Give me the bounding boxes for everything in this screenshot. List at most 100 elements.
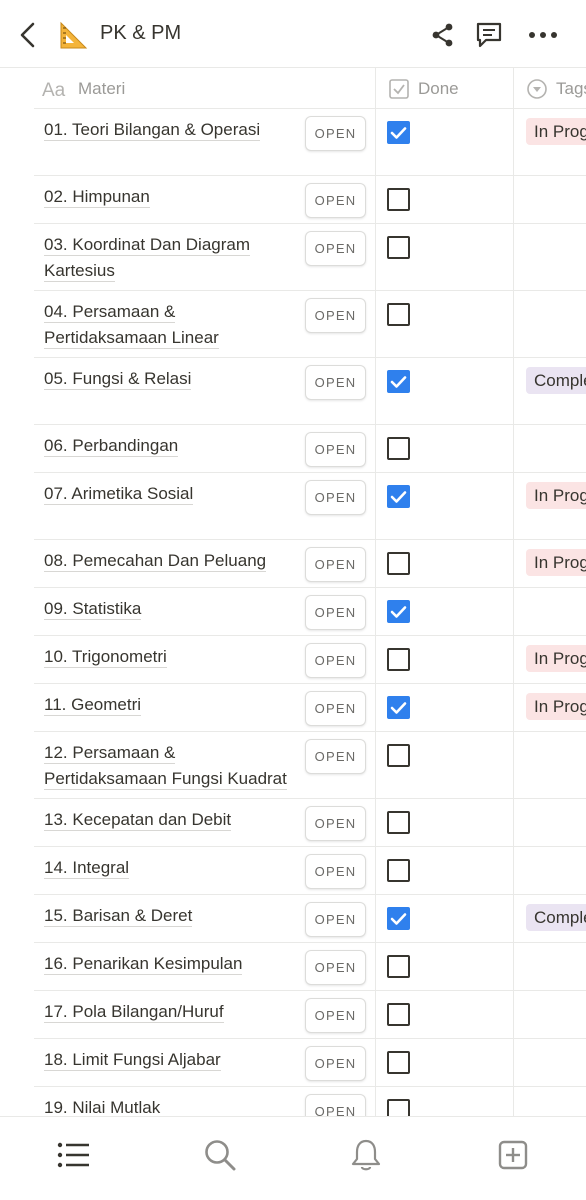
open-button[interactable]: OPEN bbox=[305, 547, 366, 582]
done-checkbox-checked[interactable] bbox=[387, 907, 410, 930]
done-checkbox-checked[interactable] bbox=[387, 121, 410, 144]
row-title[interactable]: 04. Persamaan & Pertidaksamaan Linear bbox=[44, 299, 296, 351]
table-row[interactable]: 12. Persamaan & Pertidaksamaan Fungsi Ku… bbox=[34, 732, 586, 799]
done-checkbox[interactable] bbox=[387, 859, 410, 882]
open-button[interactable]: OPEN bbox=[305, 183, 366, 218]
row-title[interactable]: 03. Koordinat Dan Diagram Kartesius bbox=[44, 232, 296, 284]
open-button[interactable]: OPEN bbox=[305, 365, 366, 400]
tag-badge[interactable]: In Progress bbox=[526, 118, 586, 145]
table-row[interactable]: 08. Pemecahan Dan Peluang OPEN In Progress bbox=[34, 540, 586, 588]
nav-search-button[interactable] bbox=[200, 1135, 240, 1175]
table-row[interactable]: 11. Geometri OPEN In Progress bbox=[34, 684, 586, 732]
open-button[interactable]: OPEN bbox=[305, 116, 366, 151]
table-row[interactable]: 16. Penarikan Kesimpulan OPEN bbox=[34, 943, 586, 991]
column-header-label: Done bbox=[418, 78, 459, 98]
open-button[interactable]: OPEN bbox=[305, 1046, 366, 1081]
row-title-text: 17. Pola Bilangan/Huruf bbox=[44, 1002, 224, 1023]
row-title[interactable]: 16. Penarikan Kesimpulan bbox=[44, 951, 296, 977]
table-row[interactable]: 17. Pola Bilangan/Huruf OPEN bbox=[34, 991, 586, 1039]
table-row[interactable]: 15. Barisan & Deret OPEN Completed bbox=[34, 895, 586, 943]
table-row[interactable]: 19. Nilai Mutlak OPEN bbox=[34, 1087, 586, 1116]
done-checkbox[interactable] bbox=[387, 303, 410, 326]
share-icon bbox=[432, 23, 453, 47]
table-row[interactable]: 07. Arimetika Sosial OPEN In Progress bbox=[34, 473, 586, 540]
open-button[interactable]: OPEN bbox=[305, 854, 366, 889]
done-checkbox[interactable] bbox=[387, 1003, 410, 1026]
tag-badge[interactable]: In Progress bbox=[526, 549, 586, 576]
open-button[interactable]: OPEN bbox=[305, 1094, 366, 1116]
comments-button[interactable] bbox=[472, 18, 506, 52]
table-row[interactable]: 06. Perbandingan OPEN bbox=[34, 425, 586, 473]
open-button[interactable]: OPEN bbox=[305, 739, 366, 774]
table-row[interactable]: 03. Koordinat Dan Diagram Kartesius OPEN bbox=[34, 224, 586, 291]
row-title[interactable]: 06. Perbandingan bbox=[44, 433, 296, 459]
table-row[interactable]: 01. Teori Bilangan & Operasi OPEN In Progr… bbox=[34, 109, 586, 176]
table-row[interactable]: 10. Trigonometri OPEN In Progress bbox=[34, 636, 586, 684]
tag-badge[interactable]: In Progress bbox=[526, 482, 586, 509]
tag-badge[interactable]: Completed bbox=[526, 904, 586, 931]
open-button[interactable]: OPEN bbox=[305, 643, 366, 678]
open-button[interactable]: OPEN bbox=[305, 231, 366, 266]
triangular-ruler-icon[interactable] bbox=[58, 19, 90, 51]
nav-sidebar-button[interactable] bbox=[54, 1135, 94, 1175]
table-row[interactable]: 14. Integral OPEN bbox=[34, 847, 586, 895]
table-row[interactable]: 04. Persamaan & Pertidaksamaan Linear OPE… bbox=[34, 291, 586, 358]
row-title[interactable]: 18. Limit Fungsi Aljabar bbox=[44, 1047, 296, 1073]
row-title[interactable]: 11. Geometri bbox=[44, 692, 296, 718]
row-title[interactable]: 17. Pola Bilangan/Huruf bbox=[44, 999, 296, 1025]
done-checkbox-checked[interactable] bbox=[387, 485, 410, 508]
row-title[interactable]: 14. Integral bbox=[44, 855, 296, 881]
row-title[interactable]: 05. Fungsi & Relasi bbox=[44, 366, 296, 392]
done-checkbox-checked[interactable] bbox=[387, 600, 410, 623]
done-checkbox[interactable] bbox=[387, 1051, 410, 1074]
table-row[interactable]: 18. Limit Fungsi Aljabar OPEN bbox=[34, 1039, 586, 1087]
table-row[interactable]: 05. Fungsi & Relasi OPEN Completed bbox=[34, 358, 586, 425]
tag-badge[interactable]: In Progress bbox=[526, 693, 586, 720]
column-header-materi[interactable]: Aa Materi bbox=[42, 68, 125, 109]
open-button[interactable]: OPEN bbox=[305, 595, 366, 630]
row-title-text: 15. Barisan & Deret bbox=[44, 906, 193, 927]
share-button[interactable] bbox=[426, 18, 460, 52]
row-title[interactable]: 02. Himpunan bbox=[44, 184, 296, 210]
done-checkbox[interactable] bbox=[387, 552, 410, 575]
row-title[interactable]: 10. Trigonometri bbox=[44, 644, 296, 670]
tag-badge[interactable]: In Progress bbox=[526, 645, 586, 672]
row-title[interactable]: 07. Arimetika Sosial bbox=[44, 481, 296, 507]
done-checkbox[interactable] bbox=[387, 648, 410, 671]
done-checkbox-checked[interactable] bbox=[387, 370, 410, 393]
open-button[interactable]: OPEN bbox=[305, 298, 366, 333]
done-checkbox[interactable] bbox=[387, 744, 410, 767]
open-button[interactable]: OPEN bbox=[305, 950, 366, 985]
tag-badge[interactable]: Completed bbox=[526, 367, 586, 394]
nav-new-page-button[interactable] bbox=[493, 1135, 533, 1175]
column-header-tags[interactable]: Tags bbox=[526, 68, 586, 109]
done-checkbox-checked[interactable] bbox=[387, 696, 410, 719]
row-title[interactable]: 15. Barisan & Deret bbox=[44, 903, 296, 929]
column-header-done[interactable]: Done bbox=[388, 68, 459, 109]
open-button[interactable]: OPEN bbox=[305, 480, 366, 515]
open-button[interactable]: OPEN bbox=[305, 432, 366, 467]
open-button[interactable]: OPEN bbox=[305, 691, 366, 726]
done-checkbox[interactable] bbox=[387, 955, 410, 978]
row-title[interactable]: 12. Persamaan & Pertidaksamaan Fungsi Ku… bbox=[44, 740, 296, 792]
row-title[interactable]: 08. Pemecahan Dan Peluang bbox=[44, 548, 296, 574]
table-row[interactable]: 02. Himpunan OPEN bbox=[34, 176, 586, 224]
open-button[interactable]: OPEN bbox=[305, 806, 366, 841]
row-title[interactable]: 19. Nilai Mutlak bbox=[44, 1095, 296, 1116]
row-title[interactable]: 13. Kecepatan dan Debit bbox=[44, 807, 296, 833]
row-title[interactable]: 01. Teori Bilangan & Operasi bbox=[44, 117, 296, 143]
done-checkbox[interactable] bbox=[387, 437, 410, 460]
done-checkbox[interactable] bbox=[387, 1099, 410, 1116]
more-button[interactable] bbox=[526, 18, 560, 52]
table-row[interactable]: 13. Kecepatan dan Debit OPEN bbox=[34, 799, 586, 847]
nav-notifications-button[interactable] bbox=[346, 1135, 386, 1175]
done-checkbox[interactable] bbox=[387, 188, 410, 211]
back-button[interactable] bbox=[14, 20, 42, 50]
table-row[interactable]: 09. Statistika OPEN bbox=[34, 588, 586, 636]
done-checkbox[interactable] bbox=[387, 236, 410, 259]
done-checkbox[interactable] bbox=[387, 811, 410, 834]
open-button[interactable]: OPEN bbox=[305, 998, 366, 1033]
row-title[interactable]: 09. Statistika bbox=[44, 596, 296, 622]
row-title-text: 16. Penarikan Kesimpulan bbox=[44, 954, 243, 975]
open-button[interactable]: OPEN bbox=[305, 902, 366, 937]
